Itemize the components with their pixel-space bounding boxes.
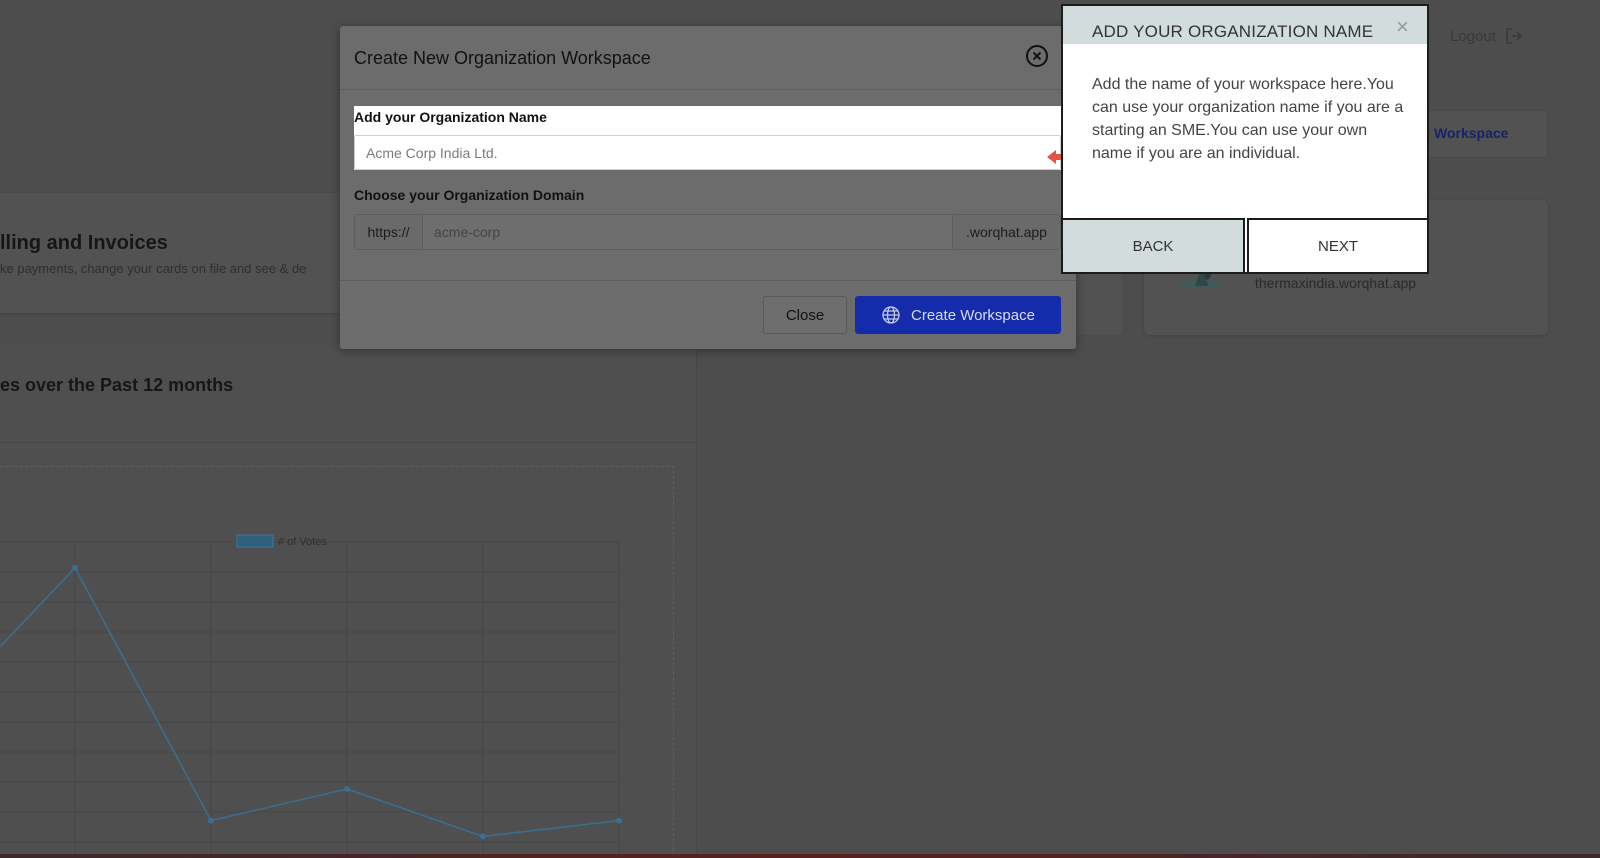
domain-prefix: https:// xyxy=(355,215,423,249)
chart-heading: es over the Past 12 months xyxy=(0,375,234,395)
data-point xyxy=(208,817,214,824)
domain-suffix: .worqhat.app xyxy=(952,215,1060,249)
chart-marks xyxy=(0,564,622,840)
modal-header: Create New Organization Workspace xyxy=(340,26,1076,90)
logout-link[interactable]: Logout xyxy=(1450,26,1524,46)
billing-title: lling and Invoices xyxy=(0,232,168,254)
chart-divider xyxy=(0,442,697,443)
tour-popover: ADD YOUR ORGANIZATION NAME × Add the nam… xyxy=(1061,4,1429,274)
close-circle-icon[interactable] xyxy=(1025,44,1049,68)
create-workspace-label: Create Workspace xyxy=(911,306,1035,324)
bottom-strip xyxy=(0,854,1600,858)
votes-line-chart: # of Votes xyxy=(0,534,622,858)
close-button[interactable]: Close xyxy=(763,296,847,334)
logout-icon xyxy=(1506,28,1523,44)
org-name-label: Add your Organization Name xyxy=(354,109,547,125)
logout-label: Logout xyxy=(1450,27,1496,45)
chart-grid xyxy=(0,541,620,858)
domain-input[interactable] xyxy=(423,215,952,249)
tour-back-button[interactable]: BACK xyxy=(1061,218,1245,274)
data-point xyxy=(480,833,486,840)
org-domain: thermaxindia.worqhat.app xyxy=(1255,275,1417,291)
org-name-input[interactable] xyxy=(354,135,1061,170)
domain-input-group: https:// .worqhat.app xyxy=(354,214,1061,250)
data-point xyxy=(616,817,622,824)
org-name-field-group: Add your Organization Name xyxy=(354,106,1069,170)
tour-title: ADD YOUR ORGANIZATION NAME xyxy=(1092,22,1374,41)
tour-body: Add the name of your workspace here.You … xyxy=(1092,76,1404,162)
data-point xyxy=(72,564,78,571)
modal-title: Create New Organization Workspace xyxy=(354,48,651,68)
tour-close-icon[interactable]: × xyxy=(1396,16,1409,38)
data-point xyxy=(344,786,350,792)
create-workspace-button[interactable]: Create Workspace xyxy=(855,296,1061,334)
legend-swatch xyxy=(236,534,274,548)
tour-next-button[interactable]: NEXT xyxy=(1247,218,1429,274)
legend-label: # of Votes xyxy=(278,536,327,548)
billing-subtitle: ke payments, change your cards on file a… xyxy=(0,261,307,276)
modal-footer-divider xyxy=(340,280,1076,281)
domain-label: Choose your Organization Domain xyxy=(354,187,585,203)
series-line xyxy=(0,566,620,838)
create-workspace-modal: Create New Organization Workspace Add yo… xyxy=(340,26,1076,349)
globe-icon xyxy=(882,306,900,324)
